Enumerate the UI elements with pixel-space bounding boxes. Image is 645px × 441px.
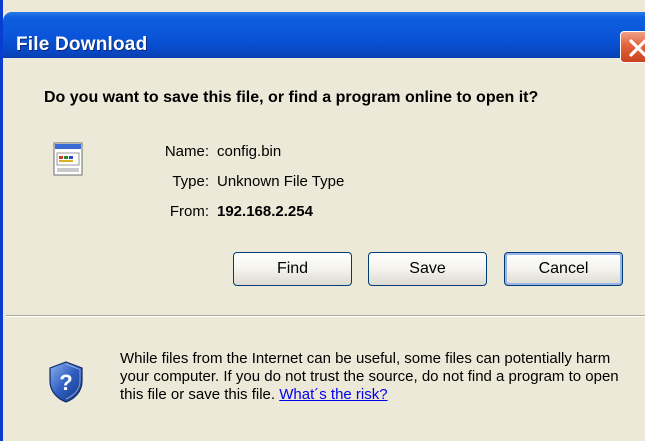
close-button[interactable]: [620, 31, 645, 63]
close-icon: [629, 39, 645, 57]
save-button[interactable]: Save: [368, 252, 487, 286]
find-button[interactable]: Find: [233, 252, 352, 286]
window-title: File Download: [16, 34, 148, 55]
file-icon: [53, 142, 83, 176]
separator-highlight: [6, 316, 645, 317]
type-label: Type:: [172, 173, 209, 190]
from-label: From:: [169, 203, 209, 220]
name-label: Name:: [164, 143, 209, 160]
shield-question-icon: ?: [49, 361, 83, 403]
title-bar[interactable]: File Download: [3, 12, 645, 63]
whats-the-risk-link[interactable]: What´s the risk?: [279, 386, 387, 403]
security-warning: While files from the Internet can be use…: [120, 350, 640, 404]
file-download-dialog: File Download Do you want to save this f…: [0, 0, 645, 441]
prompt-question: Do you want to save this file, or find a…: [44, 89, 539, 106]
cancel-button[interactable]: Cancel: [504, 252, 623, 286]
type-value: Unknown File Type: [217, 173, 345, 190]
name-value: config.bin: [217, 143, 282, 160]
from-value: 192.168.2.254: [217, 203, 313, 220]
svg-text:?: ?: [59, 370, 72, 395]
